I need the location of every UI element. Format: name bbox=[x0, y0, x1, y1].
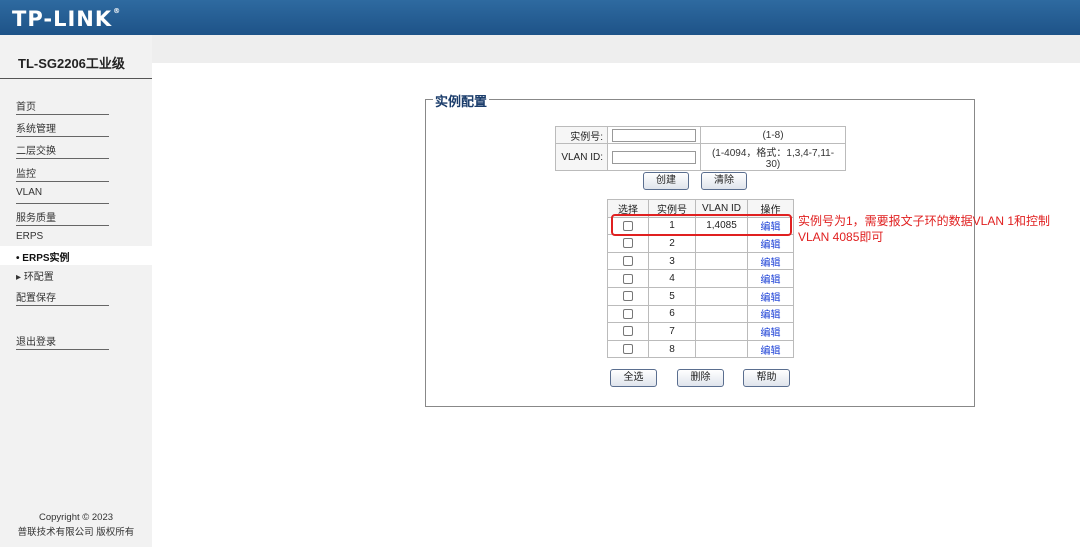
sidebar-item-label: 服务质量 bbox=[16, 213, 56, 224]
vlan-id-cell bbox=[695, 322, 748, 341]
content-top-strip bbox=[152, 35, 1080, 63]
vlan-id-cell bbox=[695, 251, 748, 271]
edit-link[interactable]: 编辑 bbox=[747, 304, 794, 324]
edit-link[interactable]: 编辑 bbox=[747, 251, 794, 271]
table-row: 6 编辑 bbox=[607, 304, 794, 324]
row-checkbox[interactable] bbox=[623, 255, 633, 266]
vlan-id-cell bbox=[695, 339, 748, 359]
instance-id-input[interactable] bbox=[612, 128, 696, 142]
instance-id-cell: 6 bbox=[648, 304, 696, 324]
sidebar-item-ring-config[interactable]: ▸ 环配置 bbox=[0, 265, 152, 283]
sidebar-item-logout[interactable]: 退出登录 bbox=[0, 328, 152, 350]
instance-id-hint: (1-8) bbox=[700, 126, 846, 144]
create-button[interactable]: 创建 bbox=[643, 172, 689, 190]
instance-id-cell: 3 bbox=[648, 251, 696, 271]
divider bbox=[0, 78, 152, 79]
tp-link-logo: TP-LINK® bbox=[12, 7, 122, 31]
device-model: TL-SG2206工业级 bbox=[18, 56, 125, 71]
vlan-id-cell bbox=[695, 269, 748, 288]
vlan-id-cell bbox=[695, 304, 748, 324]
sidebar-item-label: VLAN bbox=[16, 187, 43, 198]
sidebar-item-save-config[interactable]: 配置保存 bbox=[0, 284, 152, 306]
annotation-text: 实例号为1，需要报文子环的数据VLAN 1和控制VLAN 4085即可 bbox=[798, 214, 1051, 244]
row-checkbox[interactable] bbox=[623, 238, 633, 249]
row-checkbox[interactable] bbox=[623, 308, 633, 319]
vlan-id-cell bbox=[695, 286, 748, 306]
table-row: 4 编辑 bbox=[607, 269, 794, 288]
sidebar-item-monitor[interactable]: 监控 bbox=[0, 160, 152, 182]
row-checkbox[interactable] bbox=[623, 326, 633, 337]
sidebar-item-erps[interactable]: ERPS bbox=[0, 226, 152, 248]
edit-link[interactable]: 编辑 bbox=[747, 286, 794, 306]
sidebar-item-qos[interactable]: 服务质量 bbox=[0, 204, 152, 226]
sidebar-item-label: 首页 bbox=[16, 102, 36, 113]
edit-link[interactable]: 编辑 bbox=[747, 234, 794, 253]
active-bullet-icon: • bbox=[16, 253, 20, 264]
table-row: 7 编辑 bbox=[607, 322, 794, 341]
instance-id-cell: 5 bbox=[648, 286, 696, 306]
instance-id-label: 实例号: bbox=[555, 126, 608, 144]
table-row: 8 编辑 bbox=[607, 339, 794, 359]
annotation-highlight-box bbox=[611, 214, 792, 236]
table-row: 5 编辑 bbox=[607, 286, 794, 306]
top-header-bar: TP-LINK® bbox=[0, 0, 1080, 35]
instance-form: 实例号: (1-8) VLAN ID: (1-4094，格式：1,3,4-7,1… bbox=[555, 126, 846, 171]
select-all-button[interactable]: 全选 bbox=[610, 369, 657, 387]
sidebar-item-label: 退出登录 bbox=[16, 337, 56, 348]
sidebar-item-label: ERPS实例 bbox=[22, 253, 70, 264]
edit-link[interactable]: 编辑 bbox=[747, 339, 794, 359]
row-checkbox[interactable] bbox=[623, 273, 633, 284]
instance-id-cell: 4 bbox=[648, 269, 696, 288]
instance-id-cell: 7 bbox=[648, 322, 696, 341]
edit-link[interactable]: 编辑 bbox=[747, 322, 794, 341]
instance-id-cell: 2 bbox=[648, 234, 696, 253]
sidebar-item-l2-switching[interactable]: 二层交换 bbox=[0, 137, 152, 159]
table-row: 3 编辑 bbox=[607, 251, 794, 271]
sidebar-item-label: 二层交换 bbox=[16, 146, 56, 157]
instance-id-cell: 8 bbox=[648, 339, 696, 359]
help-button[interactable]: 帮助 bbox=[743, 369, 790, 387]
vlan-id-input[interactable] bbox=[612, 150, 696, 164]
delete-button[interactable]: 删除 bbox=[677, 369, 724, 387]
sidebar-item-label: ERPS bbox=[16, 231, 44, 242]
row-checkbox[interactable] bbox=[623, 291, 633, 302]
sidebar-item-label: 监控 bbox=[16, 169, 36, 180]
vlan-id-cell bbox=[695, 234, 748, 253]
sidebar: TL-SG2206工业级 首页 系统管理 二层交换 监控 VLAN 服务质量 E… bbox=[0, 35, 152, 547]
edit-link[interactable]: 编辑 bbox=[747, 269, 794, 288]
sidebar-item-label: 系统管理 bbox=[16, 124, 56, 135]
row-checkbox[interactable] bbox=[623, 343, 633, 354]
chevron-right-icon: ▸ bbox=[16, 272, 22, 283]
sidebar-item-system[interactable]: 系统管理 bbox=[0, 115, 152, 137]
table-row: 2 编辑 bbox=[607, 234, 794, 253]
copyright-company: 普联技术有限公司 版权所有 bbox=[17, 527, 135, 538]
vlan-id-label: VLAN ID: bbox=[555, 143, 608, 171]
clear-button[interactable]: 清除 bbox=[701, 172, 747, 190]
sidebar-item-home[interactable]: 首页 bbox=[0, 93, 152, 115]
vlan-id-hint: (1-4094，格式：1,3,4-7,11-30) bbox=[700, 143, 846, 171]
copyright: Copyright © 2023 bbox=[38, 512, 114, 523]
sidebar-item-label: 配置保存 bbox=[16, 293, 56, 304]
section-title: 实例配置 bbox=[433, 91, 490, 110]
sidebar-item-vlan[interactable]: VLAN bbox=[0, 182, 152, 204]
sidebar-item-erps-instance[interactable]: • ERPS实例 bbox=[0, 246, 152, 265]
sidebar-item-label: 环配置 bbox=[23, 272, 54, 283]
